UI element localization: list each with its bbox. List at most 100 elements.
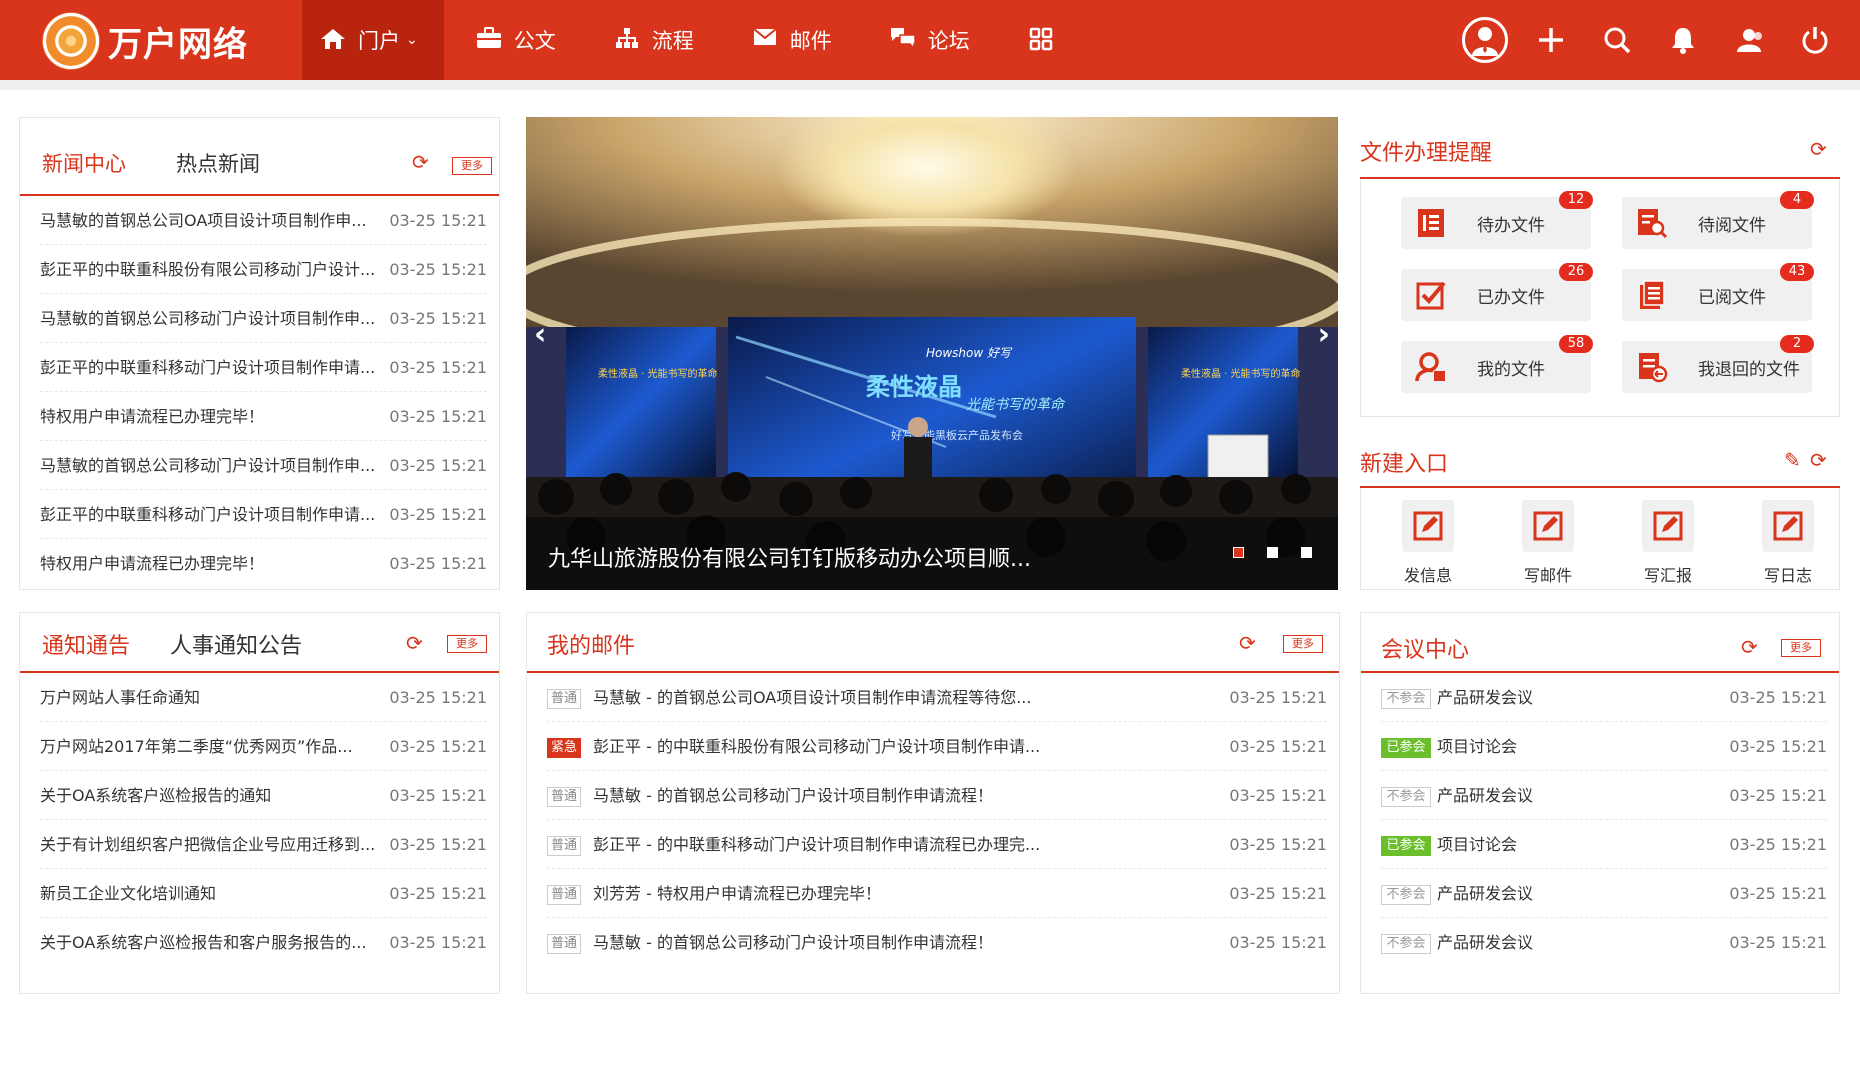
nav-label: 邮件 <box>789 29 832 53</box>
carousel-next-icon[interactable]: › <box>1318 317 1330 352</box>
refresh-icon[interactable]: ⟳ <box>406 633 426 653</box>
mail-row[interactable]: 普通 刘芳芳 - 特权用户申请流程已办理完毕！ 03-25 15:21 <box>547 869 1327 918</box>
list-item[interactable]: 关于有计划组织客户把微信企业号应用迁移到... 03-25 15:21 <box>40 820 487 869</box>
meeting-row[interactable]: 已参会 项目讨论会 03-25 15:21 <box>1381 820 1827 869</box>
item-date: 03-25 15:21 <box>1229 933 1327 952</box>
tab-hr-notices[interactable]: 人事通知公告 <box>170 628 302 660</box>
list-item[interactable]: 彭正平的中联重科股份有限公司移动门户设计... 03-25 15:21 <box>40 245 487 294</box>
list-item[interactable]: 万户网站2017年第二季度“优秀网页”作品... 03-25 15:21 <box>40 722 487 771</box>
refresh-icon[interactable]: ⟳ <box>1810 139 1830 159</box>
nav-item-workflow[interactable]: 流程 <box>596 0 720 80</box>
avatar <box>1462 17 1508 63</box>
tab-news-center[interactable]: 新闻中心 <box>42 148 126 178</box>
avatar-button[interactable] <box>1452 0 1518 80</box>
carousel-prev-icon[interactable]: ‹ <box>534 317 546 352</box>
nav-item-portal[interactable]: 门户 ⌄ <box>302 0 444 80</box>
entry-send-message[interactable]: 发信息 <box>1388 500 1468 586</box>
entry-label: 写日志 <box>1763 566 1812 585</box>
mail-row[interactable]: 普通 马慧敏 - 的首钢总公司移动门户设计项目制作申请流程！ 03-25 15:21 <box>547 771 1327 820</box>
plus-icon[interactable] <box>1518 0 1584 80</box>
file-reminder-panel: 文件办理提醒 ⟳ 待办文件 12 待阅文件 4 已办文件 26 已阅文件 43 … <box>1360 117 1840 417</box>
nav-item-document[interactable]: 公文 <box>458 0 582 80</box>
mail-row[interactable]: 紧急 彭正平 - 的中联重科股份有限公司移动门户设计项目制作申请... 03-25 … <box>547 722 1327 771</box>
my-doc-icon <box>1415 352 1445 382</box>
nav-item-apps[interactable] <box>1010 0 1092 80</box>
priority-tag: 普通 <box>547 884 581 905</box>
list-item[interactable]: 彭正平的中联重科移动门户设计项目制作申请... 03-25 15:21 <box>40 343 487 392</box>
priority-tag: 普通 <box>547 933 581 954</box>
bell-icon[interactable] <box>1650 0 1716 80</box>
refresh-icon[interactable]: ⟳ <box>412 152 432 172</box>
meeting-row[interactable]: 不参会 产品研发会议 03-25 15:21 <box>1381 869 1827 918</box>
item-date: 03-25 15:21 <box>1729 884 1827 903</box>
mail-row[interactable]: 普通 马慧敏 - 的首钢总公司OA项目设计项目制作申请流程等待您... 03-25 … <box>547 673 1327 722</box>
more-button[interactable]: 更多 <box>447 635 487 653</box>
meeting-row[interactable]: 不参会 产品研发会议 03-25 15:21 <box>1381 771 1827 820</box>
header-divider <box>0 80 1860 90</box>
todo-doc-icon <box>1418 209 1444 237</box>
nav-item-forum[interactable]: 论坛 <box>872 0 996 80</box>
item-date: 03-25 15:21 <box>1229 737 1327 756</box>
list-item[interactable]: 新员工企业文化培训通知 03-25 15:21 <box>40 869 487 918</box>
meeting-panel: 会议中心 ⟳ 更多 不参会 产品研发会议 03-25 15:21 已参会 项目讨论会 0… <box>1360 612 1840 994</box>
refresh-icon[interactable]: ⟳ <box>1239 633 1259 653</box>
count-badge: 2 <box>1780 335 1814 353</box>
list-item[interactable]: 关于OA系统客户巡检报告的通知 03-25 15:21 <box>40 771 487 820</box>
tab-hot-news[interactable]: 热点新闻 <box>176 148 260 178</box>
list-item[interactable]: 关于OA系统客户巡检报告和客户服务报告的... 03-25 15:21 <box>40 918 487 967</box>
more-button[interactable]: 更多 <box>1781 639 1821 657</box>
nav-item-mail[interactable]: 邮件 <box>734 0 858 80</box>
more-button[interactable]: 更多 <box>452 157 492 175</box>
meeting-row[interactable]: 已参会 项目讨论会 03-25 15:21 <box>1381 722 1827 771</box>
file-button-read[interactable]: 已阅文件 43 <box>1622 263 1814 321</box>
meeting-name: 产品研发会议 <box>1437 933 1534 952</box>
item-title: 彭正平的中联重科股份有限公司移动门户设计... <box>40 260 376 279</box>
tab-notices[interactable]: 通知通告 <box>42 628 130 660</box>
carousel-dot[interactable] <box>1233 547 1244 558</box>
item-date: 03-25 15:21 <box>1229 835 1327 854</box>
more-button[interactable]: 更多 <box>1283 635 1323 653</box>
file-button-returned[interactable]: 我退回的文件 2 <box>1622 335 1814 393</box>
logo[interactable]: 万户网络 <box>42 12 248 70</box>
file-button-done[interactable]: 已办文件 26 <box>1401 263 1593 321</box>
pencil-icon[interactable]: ✎ <box>1784 450 1804 470</box>
banner-carousel[interactable]: Howshow 好写 柔性液晶 光能书写的革命 好写光能黑板云产品发布会 柔性液… <box>526 117 1338 590</box>
item-date: 03-25 15:21 <box>389 933 487 952</box>
list-item[interactable]: 彭正平的中联重科移动门户设计项目制作申请... 03-25 15:21 <box>40 490 487 539</box>
contacts-icon[interactable] <box>1716 0 1782 80</box>
attendance-tag: 不参会 <box>1381 688 1431 709</box>
list-item[interactable]: 马慧敏的首钢总公司移动门户设计项目制作申... 03-25 15:21 <box>40 441 487 490</box>
mail-row[interactable]: 普通 马慧敏 - 的首钢总公司移动门户设计项目制作申请流程！ 03-25 15:21 <box>547 918 1327 967</box>
meeting-row[interactable]: 不参会 产品研发会议 03-25 15:21 <box>1381 918 1827 967</box>
file-button-mine[interactable]: 我的文件 58 <box>1401 335 1593 393</box>
mail-subject: 马慧敏 - 的首钢总公司移动门户设计项目制作申请流程！ <box>593 933 993 952</box>
meeting-row[interactable]: 不参会 产品研发会议 03-25 15:21 <box>1381 673 1827 722</box>
entry-write-log[interactable]: 写日志 <box>1748 500 1828 586</box>
item-title: 关于OA系统客户巡检报告和客户服务报告的... <box>40 933 367 952</box>
list-item[interactable]: 特权用户申请流程已办理完毕！ 03-25 15:21 <box>40 539 487 588</box>
list-item[interactable]: 万户网站人事任命通知 03-25 15:21 <box>40 673 487 722</box>
meeting-panel-header: 会议中心 ⟳ 更多 <box>1361 613 1839 673</box>
mail-row[interactable]: 普通 彭正平 - 的中联重科移动门户设计项目制作申请流程已办理完... 03-25 … <box>547 820 1327 869</box>
banner-slogan: 柔性液晶 <box>866 373 962 401</box>
file-button-todo[interactable]: 待办文件 12 <box>1401 191 1593 249</box>
new-entry-title: 新建入口 <box>1360 452 1449 477</box>
list-item[interactable]: 马慧敏的首钢总公司OA项目设计项目制作申... 03-25 15:21 <box>40 196 487 245</box>
item-title: 马慧敏的首钢总公司OA项目设计项目制作申... <box>40 211 367 230</box>
refresh-icon[interactable]: ⟳ <box>1741 637 1761 657</box>
carousel-dot[interactable] <box>1301 547 1312 558</box>
new-entry-body: 发信息 写邮件 写汇报 写日志 <box>1360 488 1840 590</box>
entry-write-mail[interactable]: 写邮件 <box>1508 500 1588 586</box>
item-title: 万户网站人事任命通知 <box>40 688 201 707</box>
refresh-icon[interactable]: ⟳ <box>1810 450 1830 470</box>
list-item[interactable]: 马慧敏的首钢总公司移动门户设计项目制作申... 03-25 15:21 <box>40 294 487 343</box>
list-item[interactable]: 特权用户申请流程已办理完毕！ 03-25 15:21 <box>40 392 487 441</box>
file-button-to-read[interactable]: 待阅文件 4 <box>1622 191 1814 249</box>
item-date: 03-25 15:21 <box>389 505 487 524</box>
search-icon[interactable] <box>1584 0 1650 80</box>
mail-icon <box>752 27 778 53</box>
power-icon[interactable] <box>1782 0 1848 80</box>
entry-write-report[interactable]: 写汇报 <box>1628 500 1708 586</box>
banner-caption[interactable]: 九华山旅游股份有限公司钉钉版移动办公项目顺... <box>548 541 1031 573</box>
carousel-dot[interactable] <box>1267 547 1278 558</box>
